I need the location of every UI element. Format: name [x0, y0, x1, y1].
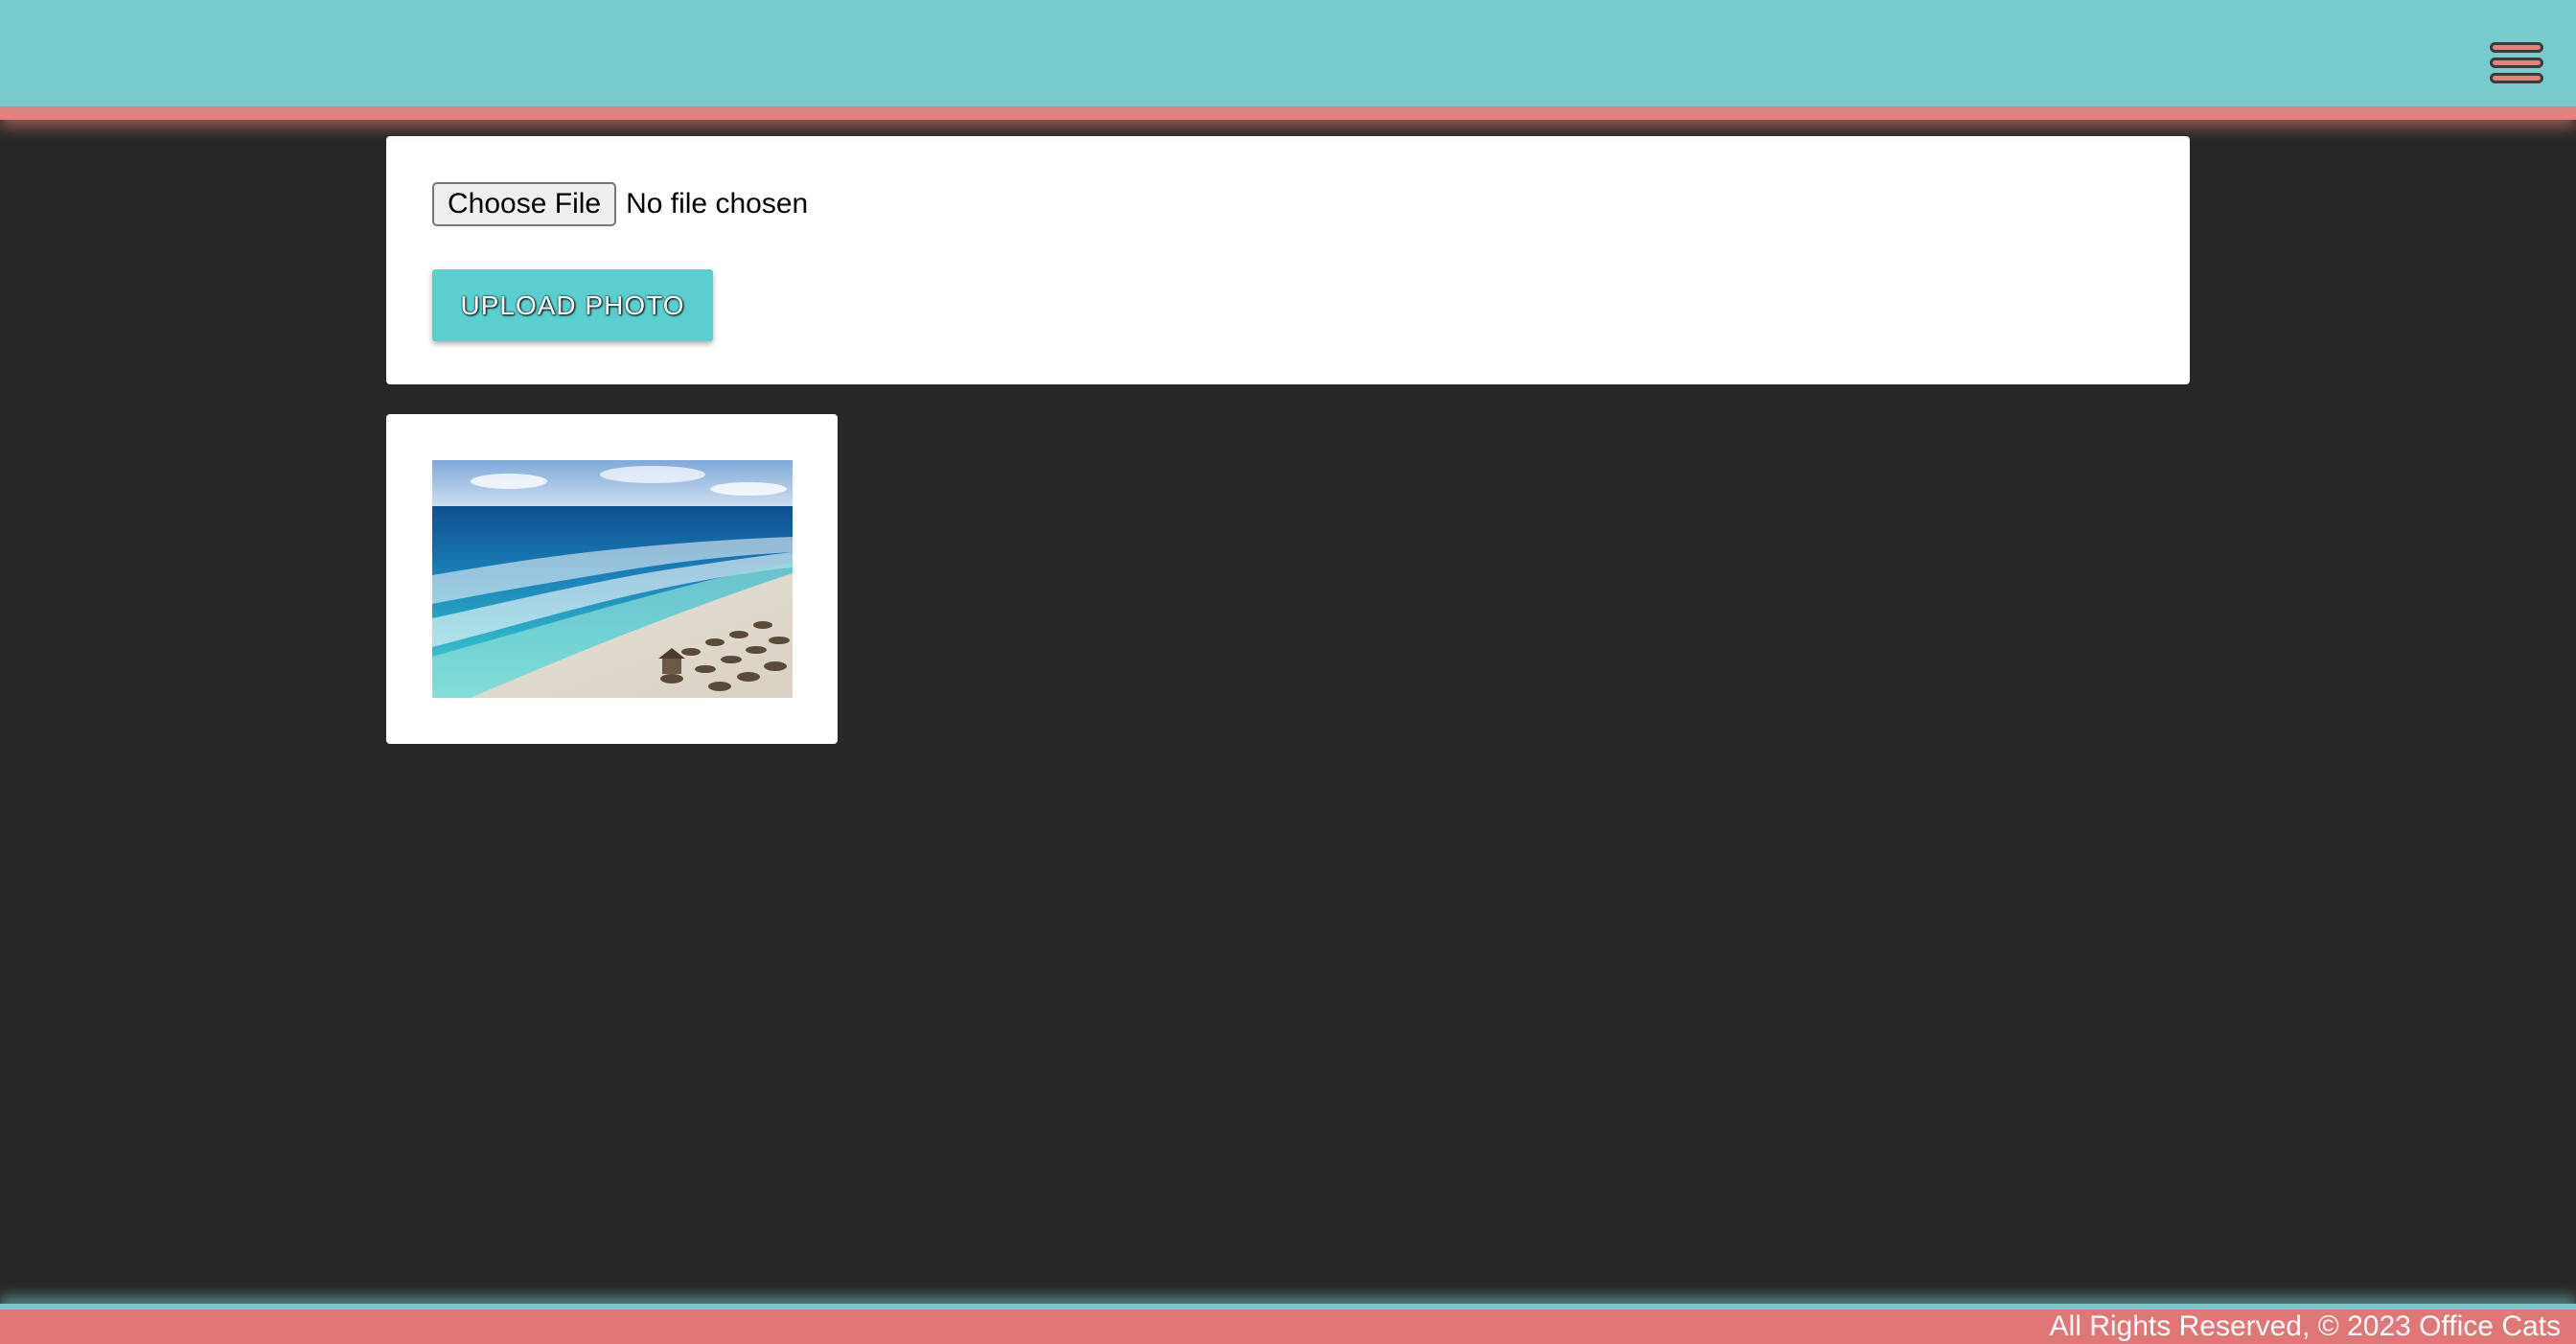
- hamburger-bar: [2490, 73, 2543, 83]
- copyright-text: All Rights Reserved, © 2023 Office Cats: [2049, 1310, 2561, 1342]
- upload-photo-button[interactable]: UPLOAD PHOTO: [432, 269, 713, 341]
- page-footer: All Rights Reserved, © 2023 Office Cats: [0, 1304, 2576, 1344]
- file-status-text: No file chosen: [626, 188, 809, 220]
- hamburger-bar: [2490, 58, 2543, 68]
- choose-file-button[interactable]: Choose File: [432, 182, 617, 226]
- photo-card: [386, 414, 838, 744]
- beach-photo[interactable]: [432, 460, 793, 698]
- hamburger-menu-icon[interactable]: [2490, 38, 2543, 92]
- hamburger-bar: [2490, 42, 2543, 53]
- file-input[interactable]: Choose File No file chosen: [432, 182, 808, 226]
- upload-panel: Choose File No file chosen UPLOAD PHOTO: [386, 136, 2190, 384]
- beach-photo-image: [432, 460, 793, 698]
- top-header: [0, 0, 2576, 120]
